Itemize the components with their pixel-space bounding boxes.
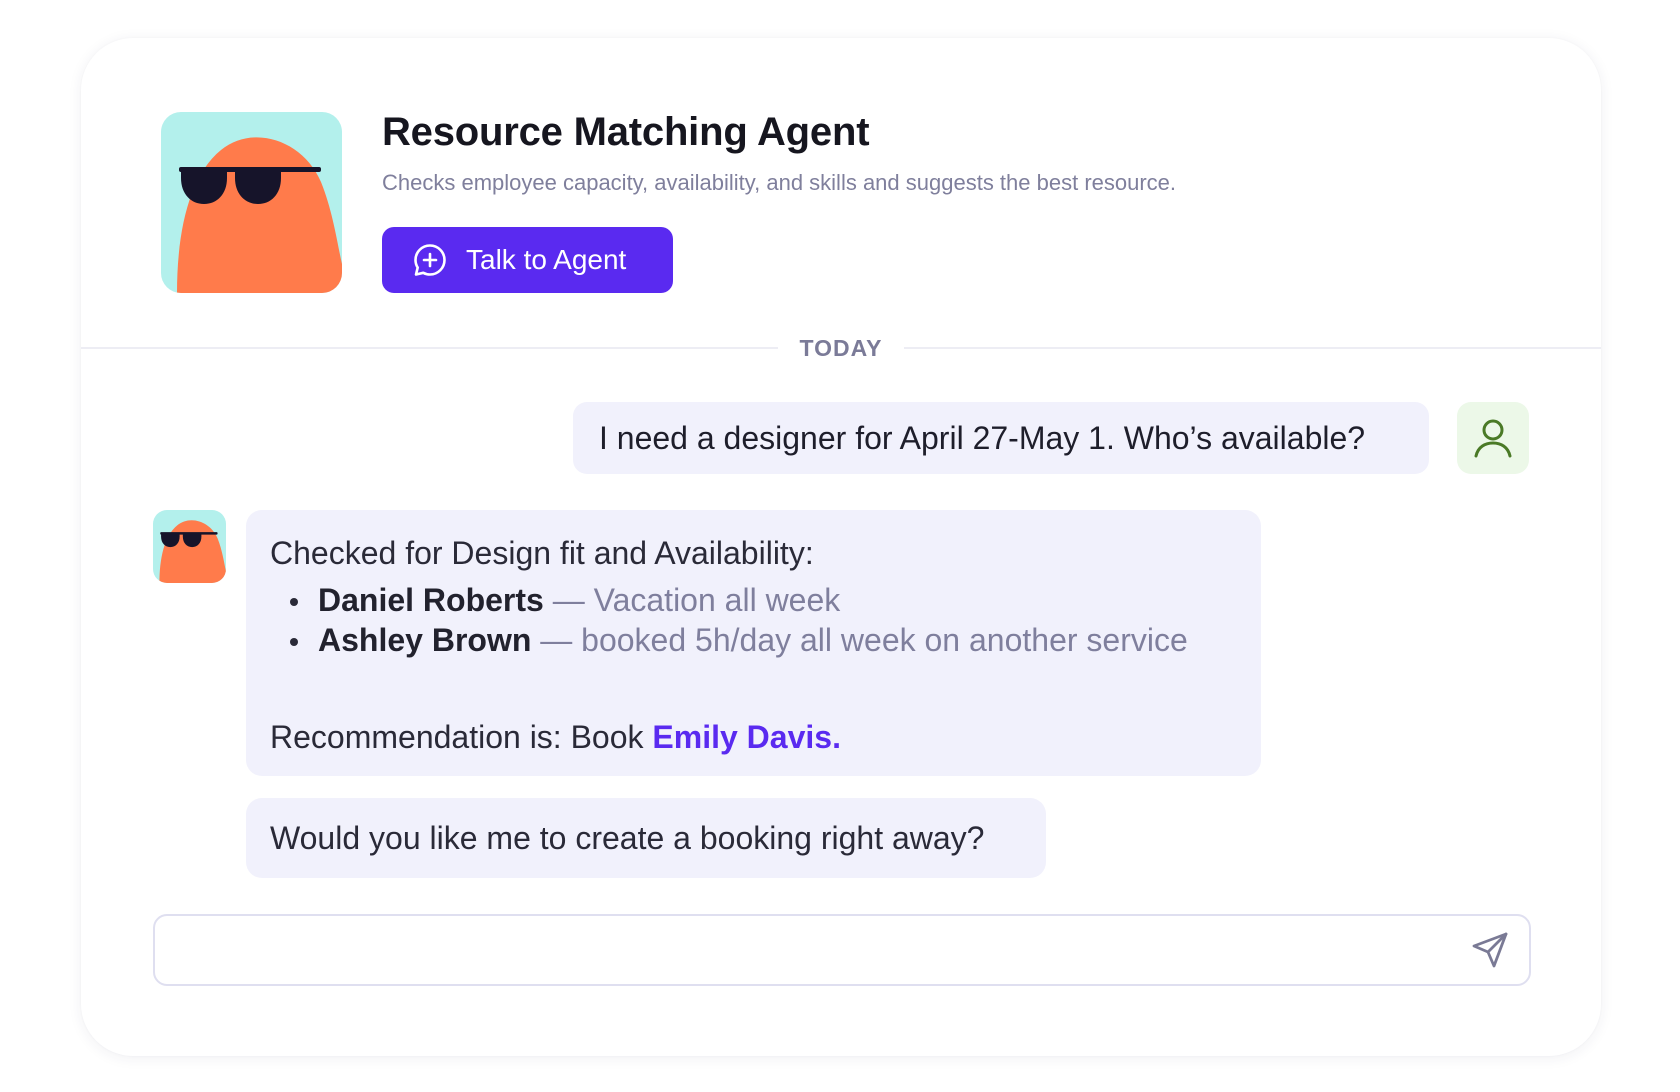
unavailable-list: Daniel Roberts — Vacation all week Ashle… [270, 580, 1261, 660]
orange-blob-sunglasses-icon [153, 510, 226, 583]
talk-button-label: Talk to Agent [466, 244, 627, 275]
bot-message-intro: Checked for Design fit and Availability: [270, 535, 814, 571]
employee-status: — Vacation all week [552, 582, 841, 618]
bot-followup-bubble: Would you like me to create a booking ri… [246, 798, 1046, 878]
list-item: Daniel Roberts — Vacation all week [270, 580, 1261, 620]
user-icon [1474, 419, 1512, 458]
agent-name: Resource Matching Agent [382, 110, 870, 154]
orange-blob-sunglasses-icon [161, 112, 342, 293]
bot-avatar [153, 510, 226, 583]
recommendation-prefix: Recommendation is: Book [270, 719, 653, 755]
user-message-bubble: I need a designer for April 27-May 1. Wh… [573, 402, 1429, 474]
employee-status: — booked 5h/day all week on another serv… [540, 622, 1188, 658]
agent-avatar [161, 112, 342, 293]
recommended-employee: Emily Davis. [652, 719, 841, 755]
send-button[interactable] [1465, 926, 1515, 974]
agent-card: Resource Matching Agent Checks employee … [81, 38, 1601, 1056]
employee-name: Daniel Roberts [318, 582, 544, 618]
recommendation: Recommendation is: Book Emily Davis. [270, 716, 1261, 758]
send-icon [1472, 932, 1508, 968]
employee-name: Ashley Brown [318, 622, 532, 658]
talk-to-agent-button[interactable]: Talk to Agent [382, 227, 673, 293]
agent-description: Checks employee capacity, availability, … [382, 170, 1177, 195]
message-input[interactable] [153, 914, 1531, 986]
user-avatar [1457, 402, 1529, 474]
list-item: Ashley Brown — booked 5h/day all week on… [270, 620, 1261, 660]
bot-message-bubble: Checked for Design fit and Availability:… [246, 510, 1261, 776]
chat-plus-icon [414, 244, 446, 276]
date-separator-label: TODAY [778, 331, 904, 365]
